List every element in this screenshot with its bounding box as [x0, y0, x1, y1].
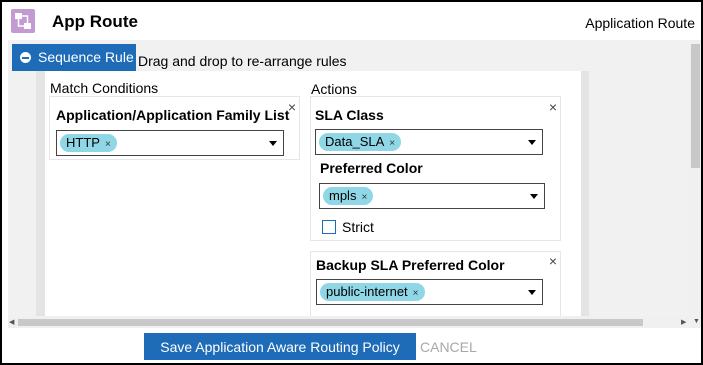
header: App Route Application Route [2, 2, 701, 40]
scroll-down-icon[interactable]: ▼ [693, 318, 700, 325]
backup-color-tag-label: public-internet [326, 284, 408, 299]
actions-heading: Actions [311, 81, 357, 97]
match-conditions-heading: Match Conditions [50, 80, 159, 96]
color-tag: mpls × [323, 187, 374, 205]
sla-tag: Data_SLA × [319, 133, 402, 151]
backup-sla-card: × Backup SLA Preferred Color public-inte… [310, 251, 561, 316]
chevron-down-icon [530, 194, 538, 199]
backup-color-tag: public-internet × [320, 283, 425, 301]
plus-circle-icon [20, 52, 31, 63]
horizontal-scrollbar[interactable]: ◀ ▶ ▼ [8, 316, 701, 328]
sequence-rule-button[interactable]: Sequence Rule [12, 44, 136, 71]
breadcrumb-label: Application Route [585, 15, 695, 31]
sla-tag-label: Data_SLA [325, 134, 385, 149]
page-title: App Route [52, 12, 138, 31]
rules-panel: Sequence Rule Drag and drop to re-arrang… [8, 40, 689, 316]
app-tag-label: HTTP [66, 135, 100, 150]
vertical-scroll-thumb[interactable] [691, 44, 700, 168]
backup-sla-select[interactable]: public-internet × [316, 279, 543, 305]
color-tag-label: mpls [329, 188, 357, 203]
sla-class-select[interactable]: Data_SLA × [315, 129, 543, 155]
tag-remove-icon[interactable]: × [389, 138, 395, 149]
chevron-down-icon [528, 140, 536, 145]
sequence-rule-label: Sequence Rule [38, 49, 134, 65]
sla-class-label: SLA Class [315, 107, 384, 123]
app-list-label: Application/Application Family List [56, 107, 290, 123]
close-icon[interactable]: × [549, 99, 557, 115]
rule-editor: Match Conditions Actions × Application/A… [36, 71, 589, 316]
app-route-icon [11, 9, 35, 33]
chevron-down-icon [528, 290, 536, 295]
strict-label: Strict [342, 219, 374, 235]
scroll-right-icon[interactable]: ▶ [681, 318, 686, 326]
strict-checkbox[interactable] [322, 220, 336, 234]
drag-hint: Drag and drop to re-arrange rules [138, 53, 347, 69]
chevron-down-icon [269, 141, 277, 146]
sla-class-card: × SLA Class Data_SLA × Preferred Color mp… [310, 96, 561, 241]
tag-remove-icon[interactable]: × [413, 288, 419, 299]
close-icon[interactable]: × [549, 253, 557, 269]
cancel-button[interactable]: CANCEL [420, 339, 477, 355]
scroll-left-icon[interactable]: ◀ [9, 318, 14, 326]
footer: Save Application Aware Routing Policy CA… [2, 328, 701, 363]
preferred-color-label: Preferred Color [320, 160, 423, 176]
preferred-color-select[interactable]: mpls × [319, 183, 545, 209]
vertical-scrollbar[interactable] [689, 40, 701, 316]
tag-remove-icon[interactable]: × [105, 139, 111, 150]
horizontal-scroll-thumb[interactable] [18, 319, 643, 326]
tag-remove-icon[interactable]: × [361, 192, 367, 203]
backup-sla-label: Backup SLA Preferred Color [316, 257, 505, 273]
save-policy-button[interactable]: Save Application Aware Routing Policy [144, 333, 416, 360]
app-tag: HTTP × [60, 134, 117, 152]
app-list-select[interactable]: HTTP × [56, 130, 284, 156]
app-route-window: App Route Application Route Sequence Rul… [0, 0, 703, 365]
app-list-card: × Application/Application Family List HT… [49, 96, 300, 160]
